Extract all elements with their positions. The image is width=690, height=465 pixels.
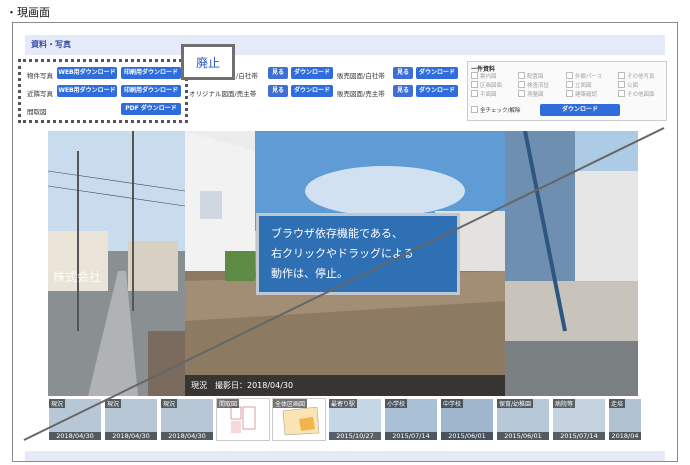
thumbnail[interactable]: 中学校 2015/06/01 bbox=[440, 398, 494, 441]
mid-row1-download-button[interactable]: ダウンロード bbox=[291, 67, 333, 79]
thumbnail-label: 現況 bbox=[161, 399, 178, 408]
ichi-checkbox[interactable]: その他図面 bbox=[618, 90, 655, 98]
thumbnail-label: 全体区画図 bbox=[273, 399, 308, 408]
next-section-header bbox=[25, 451, 665, 461]
thumbnail-date: 2018/04 bbox=[609, 432, 641, 440]
thumbnail[interactable]: 病院等 2015/07/14 bbox=[552, 398, 606, 441]
mid-row2-view-button[interactable]: 見る bbox=[268, 85, 288, 97]
callout-line-3: 動作は、停止。 bbox=[271, 267, 348, 280]
watermark: 株式会社 bbox=[53, 270, 102, 284]
annotation-callout: ブラウザ依存機能である、 右クリックやドラッグによる 動作は、停止。 bbox=[256, 213, 460, 295]
thumbnail-label: 現況 bbox=[105, 399, 122, 408]
thumbnail[interactable]: 保育/幼稚園 2015/06/01 bbox=[496, 398, 550, 441]
page-caption: ・現画面 bbox=[6, 6, 50, 19]
thumbnail-label: 小学校 bbox=[385, 399, 408, 408]
photo-prev bbox=[48, 131, 185, 396]
thumbnail-label: 保育/幼稚園 bbox=[497, 399, 534, 408]
thumbnail[interactable]: 小学校 2015/07/14 bbox=[384, 398, 438, 441]
thumbnail-label: 中学校 bbox=[441, 399, 464, 408]
thumbnail[interactable]: 現況 2018/04/30 bbox=[48, 398, 102, 441]
right-row1-download-button[interactable]: ダウンロード bbox=[416, 67, 458, 79]
thumbnail-date: 2018/04/30 bbox=[161, 432, 213, 440]
ichi-checkbox[interactable]: 立面図 bbox=[566, 81, 592, 89]
right-row2-download-button[interactable]: ダウンロード bbox=[416, 85, 458, 97]
callout-line-1: ブラウザ依存機能である、 bbox=[271, 227, 403, 240]
deprecated-region bbox=[18, 59, 188, 123]
ichi-checkbox[interactable]: 公図 bbox=[618, 81, 638, 89]
mid-row1-view-button[interactable]: 見る bbox=[268, 67, 288, 79]
right-row2-label: 販売図面/売主帯 bbox=[337, 90, 385, 98]
thumbnail-date: 2015/06/01 bbox=[441, 432, 493, 440]
section-title: 資料・写真 bbox=[31, 40, 71, 49]
thumbnail-label: 最寄り駅 bbox=[329, 399, 358, 408]
deprecated-label-box: 廃止 bbox=[181, 44, 235, 80]
ichi-checkbox[interactable]: その他写真 bbox=[618, 72, 655, 80]
deprecated-label: 廃止 bbox=[195, 56, 220, 70]
callout-line-2: 右クリックやドラッグによる bbox=[271, 247, 414, 260]
ichi-checkbox[interactable]: 建築確認 bbox=[566, 90, 597, 98]
ichi-document-panel: 一件資料 案内図 配置図 外観パース その他写真 区画図面 検査済証 立面図 公… bbox=[467, 61, 667, 121]
ichi-checkbox[interactable]: 検査済証 bbox=[518, 81, 549, 89]
photo-next bbox=[505, 131, 638, 396]
right-row1-label: 販売図面/白社帯 bbox=[337, 72, 385, 80]
photo-caption: 現況 撮影日：2018/04/30 bbox=[185, 375, 505, 396]
ichi-checkbox[interactable]: 測量図 bbox=[518, 90, 544, 98]
thumbnail[interactable]: 現況 2018/04/30 bbox=[160, 398, 214, 441]
screen-frame: 資料・写真 物件写真 WEB用ダウンロード 印刷用ダウンロード 近隣写真 WEB… bbox=[12, 22, 678, 462]
thumbnail-label: 病院等 bbox=[553, 399, 576, 408]
mid-row2-label: オリジナル図面/売主帯 bbox=[189, 90, 257, 98]
select-all-checkbox[interactable]: 全チェック/解除 bbox=[471, 106, 520, 114]
thumbnail-label: 現況 bbox=[49, 399, 66, 408]
thumbnail[interactable]: 現況 2018/04/30 bbox=[104, 398, 158, 441]
thumbnail[interactable]: 間取図 bbox=[216, 398, 270, 441]
thumbnail[interactable]: 全体区画図 bbox=[272, 398, 326, 441]
thumbnail-date: 2015/07/14 bbox=[553, 432, 605, 440]
thumbnail-strip: 現況 2018/04/30 現況 2018/04/30 現況 2018/04/30 間… bbox=[48, 398, 643, 443]
thumbnail-date: 2018/04/30 bbox=[49, 432, 101, 440]
thumbnail-label: 走培 bbox=[609, 399, 626, 408]
mid-row2-download-button[interactable]: ダウンロード bbox=[291, 85, 333, 97]
ichi-checkbox[interactable]: 配置図 bbox=[518, 72, 544, 80]
section-header: 資料・写真 bbox=[25, 35, 665, 55]
thumbnail[interactable]: 最寄り駅 2015/10/27 bbox=[328, 398, 382, 441]
thumbnail-date: 2015/07/14 bbox=[385, 432, 437, 440]
ichi-checkbox[interactable]: 平面図 bbox=[471, 90, 497, 98]
ichi-checkbox[interactable]: 案内図 bbox=[471, 72, 497, 80]
thumbnail-date: 2015/06/01 bbox=[497, 432, 549, 440]
right-row2-view-button[interactable]: 見る bbox=[393, 85, 413, 97]
thumbnail-date: 2018/04/30 bbox=[105, 432, 157, 440]
thumbnail-label: 間取図 bbox=[217, 399, 240, 408]
thumbnail-date: 2015/10/27 bbox=[329, 432, 381, 440]
ichi-checkbox[interactable]: 外観パース bbox=[566, 72, 602, 80]
right-row1-view-button[interactable]: 見る bbox=[393, 67, 413, 79]
thumbnail[interactable]: 走培 2018/04 bbox=[608, 398, 642, 441]
ichi-checkbox[interactable]: 区画図面 bbox=[471, 81, 502, 89]
mid-row1-label: /白社帯 bbox=[236, 72, 258, 80]
ichi-download-button[interactable]: ダウンロード bbox=[540, 104, 620, 116]
